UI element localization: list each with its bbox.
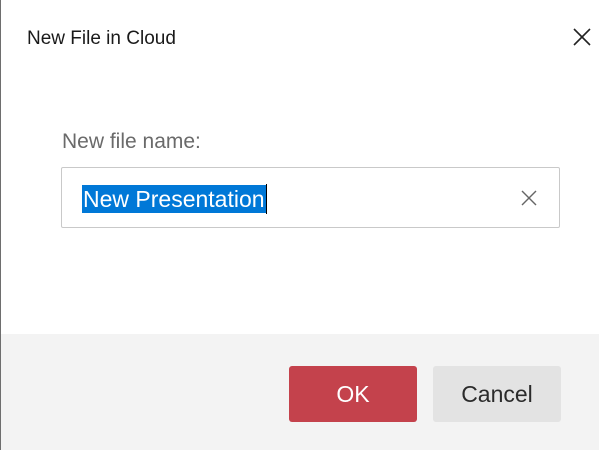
dialog-footer: OK Cancel [1, 334, 599, 450]
file-name-input[interactable]: New Presentation [61, 167, 560, 228]
close-button[interactable] [569, 24, 595, 50]
file-name-value[interactable]: New Presentation [82, 185, 266, 213]
cancel-button[interactable]: Cancel [433, 366, 561, 422]
dialog-content: New file name: New Presentation [1, 80, 599, 334]
file-name-label: New file name: [62, 130, 201, 153]
new-file-dialog: New File in Cloud New file name: New Pre… [0, 0, 599, 450]
ok-button[interactable]: OK [289, 366, 417, 422]
close-icon [573, 28, 591, 46]
clear-input-button[interactable] [518, 187, 540, 209]
dialog-title: New File in Cloud [27, 28, 176, 49]
clear-icon [521, 190, 537, 206]
dialog-titlebar: New File in Cloud [1, 0, 599, 80]
text-caret [266, 184, 267, 214]
